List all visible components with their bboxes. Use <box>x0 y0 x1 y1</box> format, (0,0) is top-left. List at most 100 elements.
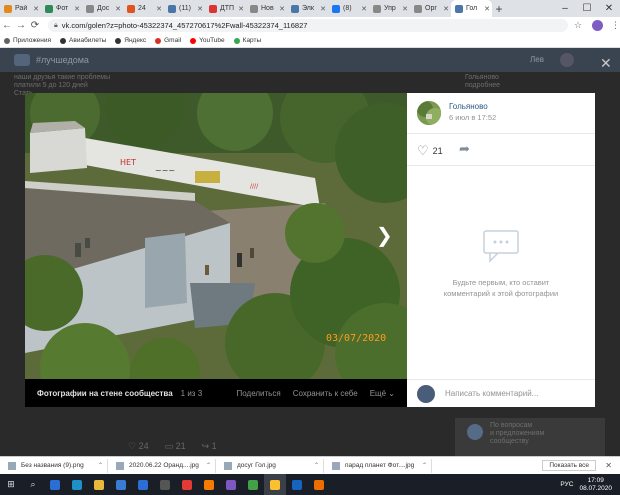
close-tab-icon[interactable]: ✕ <box>33 5 39 13</box>
like-button[interactable]: ♡ 21 <box>417 143 443 159</box>
owner-avatar[interactable] <box>417 101 441 125</box>
chevron-up-icon[interactable]: ⌃ <box>206 462 211 469</box>
yandex-browser-icon[interactable] <box>176 474 198 495</box>
close-window-icon[interactable]: ✕ <box>598 0 620 17</box>
browser-tab[interactable]: Упр ✕ <box>369 0 410 17</box>
chevron-up-icon[interactable]: ⌃ <box>422 462 427 469</box>
clock[interactable]: 17:09 08.07.2020 <box>579 477 612 493</box>
vk-logo-icon[interactable] <box>14 54 30 66</box>
share-icon[interactable]: ➦ <box>459 141 470 157</box>
download-item[interactable]: парад планет Фот....jpg ⌃ <box>324 458 432 473</box>
tab-title: 24 <box>138 5 146 12</box>
vk-user-name[interactable]: Лев <box>530 55 544 64</box>
photo-counter: 1 из 3 <box>180 388 203 398</box>
chevron-up-icon[interactable]: ⌃ <box>98 462 103 469</box>
browser-tab[interactable]: Дос ✕ <box>82 0 123 17</box>
close-downloads-icon[interactable]: ✕ <box>605 461 612 470</box>
close-tab-icon[interactable]: ✕ <box>279 5 285 13</box>
bookmark-item[interactable]: Gmail <box>155 37 181 44</box>
edge-icon[interactable] <box>66 474 88 495</box>
reload-icon[interactable]: ⟳ <box>28 20 42 31</box>
bookmark-item[interactable]: Авиабилеты <box>60 37 106 44</box>
download-item[interactable]: Без названия (9).png ⌃ <box>0 458 108 473</box>
browser-tab[interactable]: (8) ✕ <box>328 0 369 17</box>
album-link[interactable]: Фотографии на стене сообщества <box>37 389 173 398</box>
next-photo-icon[interactable]: ❯ <box>376 223 393 248</box>
bookmark-label: Карты <box>242 37 262 44</box>
close-tab-icon[interactable]: ✕ <box>156 5 162 13</box>
close-tab-icon[interactable]: ✕ <box>238 5 244 13</box>
download-filename: досуг Гол.jpg <box>237 462 276 469</box>
close-tab-icon[interactable]: ✕ <box>361 5 367 13</box>
store-icon[interactable] <box>110 474 132 495</box>
close-tab-icon[interactable]: ✕ <box>320 5 326 13</box>
bookmark-item[interactable]: Приложения <box>4 37 51 44</box>
chrome-icon[interactable] <box>264 474 286 495</box>
explorer-icon[interactable] <box>88 474 110 495</box>
photos-icon[interactable] <box>286 474 308 495</box>
profile-avatar[interactable] <box>592 20 604 31</box>
close-tab-icon[interactable]: ✕ <box>197 5 203 13</box>
bookmark-star-icon[interactable]: ☆ <box>574 20 582 31</box>
download-item[interactable]: досуг Гол.jpg ⌃ <box>216 458 324 473</box>
bookmark-item[interactable]: Яндекс <box>115 37 146 44</box>
search-icon[interactable]: ⌕ <box>22 474 44 495</box>
terminal-icon[interactable] <box>154 474 176 495</box>
bookmark-icon <box>4 37 10 44</box>
svg-text:////: //// <box>250 183 259 190</box>
close-viewer-icon[interactable]: ✕ <box>600 55 612 72</box>
task-view-icon[interactable] <box>44 474 66 495</box>
bookmark-item[interactable]: Карты <box>233 37 262 44</box>
more-button[interactable]: Ещё ⌄ <box>370 389 395 398</box>
forward-icon[interactable]: → <box>14 20 28 31</box>
post-date[interactable]: 6 июл в 17:52 <box>449 113 496 122</box>
tab-favicon-icon <box>45 4 53 13</box>
bookmark-label: Яндекс <box>124 37 147 44</box>
browser-tab[interactable]: 24 ✕ <box>123 0 164 17</box>
minimize-icon[interactable]: – <box>554 0 576 17</box>
browser-menu-icon[interactable]: ⋮ <box>611 20 620 31</box>
new-tab-button[interactable]: + <box>492 2 506 16</box>
vk-search-input[interactable]: #лучшедома <box>36 55 89 65</box>
close-tab-icon[interactable]: ✕ <box>115 5 121 13</box>
mail-icon[interactable] <box>132 474 154 495</box>
maximize-icon[interactable]: ☐ <box>576 0 598 17</box>
browser-tab[interactable]: Элк ✕ <box>287 0 328 17</box>
bookmark-item[interactable]: YouTube <box>190 37 225 44</box>
browser-tab[interactable]: ДТП ✕ <box>205 0 246 17</box>
window-controls: – ☐ ✕ <box>554 0 620 17</box>
share-photo-button[interactable]: Поделиться <box>237 389 281 398</box>
tab-favicon-icon <box>4 4 12 13</box>
language-indicator[interactable]: РУС <box>560 481 573 488</box>
vk-user-avatar[interactable] <box>560 53 574 67</box>
close-tab-icon[interactable]: ✕ <box>484 5 490 13</box>
photo[interactable]: НЕТ ~~~ //// 03/07/2020 ❯ <box>25 93 407 379</box>
tab-title: Орг <box>425 5 437 12</box>
whatsapp-icon[interactable] <box>242 474 264 495</box>
viber-icon[interactable] <box>220 474 242 495</box>
paint-icon[interactable] <box>308 474 330 495</box>
address-bar: ← → ⟳ 🔒︎ vk.com/golen?z=photo-45322374_4… <box>0 17 620 34</box>
browser-tab[interactable]: Орг ✕ <box>410 0 451 17</box>
close-tab-icon[interactable]: ✕ <box>443 5 449 13</box>
comment-input[interactable]: Написать комментарий... <box>445 389 538 398</box>
download-filename: парад планет Фот....jpg <box>345 462 415 469</box>
chevron-up-icon[interactable]: ⌃ <box>314 462 319 469</box>
close-tab-icon[interactable]: ✕ <box>74 5 80 13</box>
back-icon[interactable]: ← <box>0 20 14 31</box>
browser-tab[interactable]: Гол ✕ <box>451 0 492 17</box>
close-tab-icon[interactable]: ✕ <box>402 5 408 13</box>
media-icon[interactable] <box>198 474 220 495</box>
save-photo-button[interactable]: Сохранить к себе <box>293 389 358 398</box>
browser-tab[interactable]: Рай ✕ <box>0 0 41 17</box>
download-item[interactable]: 2020.06.22 Оранд....jpg ⌃ <box>108 458 216 473</box>
owner-name-link[interactable]: Гольяново <box>449 102 488 111</box>
my-avatar <box>417 384 435 403</box>
url-input[interactable]: 🔒︎ vk.com/golen?z=photo-45322374_4572706… <box>48 19 568 32</box>
browser-tab[interactable]: Нов ✕ <box>246 0 287 17</box>
bookmarks-bar: Приложения Авиабилеты Яндекс Gmail YouTube Ка… <box>0 34 620 48</box>
start-icon[interactable]: ⊞ <box>0 474 22 495</box>
show-all-downloads-button[interactable]: Показать все <box>542 460 596 471</box>
browser-tab[interactable]: Фот ✕ <box>41 0 82 17</box>
browser-tab[interactable]: (11) ✕ <box>164 0 205 17</box>
